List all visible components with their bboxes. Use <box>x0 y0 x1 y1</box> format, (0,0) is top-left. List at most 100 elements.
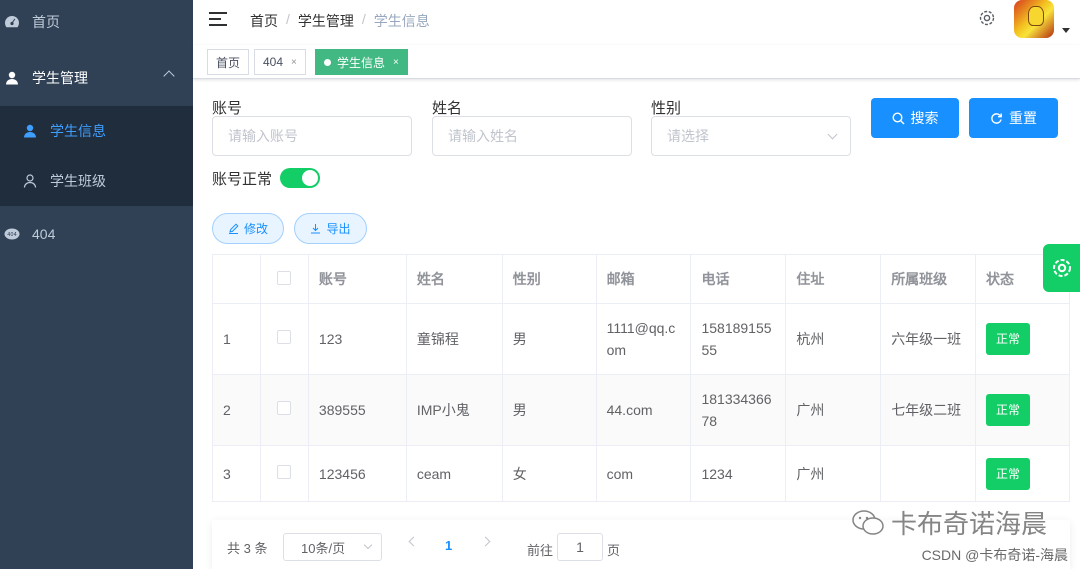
cell-phone: 15818915555 <box>690 303 787 375</box>
cell-email: 44.com <box>595 374 692 446</box>
cell-account: 389555 <box>307 374 407 446</box>
cell-class <box>880 445 977 502</box>
svg-text:404: 404 <box>7 232 17 238</box>
chevron-down-icon <box>363 540 373 550</box>
cell-gender: 女 <box>501 445 597 502</box>
cell-account: 123 <box>307 303 407 375</box>
watermark-text: 卡布奇诺海晨 <box>890 509 1047 539</box>
chevron-down-icon <box>827 129 838 140</box>
table-row[interactable]: 1 123 童锦程 男 1111@qq.com 15818915555 杭州 六… <box>212 303 1070 375</box>
prev-page-icon[interactable] <box>408 536 419 547</box>
name-input[interactable]: 请输入姓名 <box>432 116 632 156</box>
column-header[interactable]: 姓名 <box>405 254 503 304</box>
row-index: 3 <box>212 445 261 502</box>
cell-account: 123456 <box>307 445 407 502</box>
dashboard-icon <box>4 14 20 30</box>
cell-phone: 18133436678 <box>690 374 787 446</box>
cell-name: 童锦程 <box>405 303 503 375</box>
name-placeholder: 请输入姓名 <box>448 128 518 144</box>
edit-icon <box>228 223 239 234</box>
gender-select[interactable]: 请选择 <box>651 116 851 156</box>
goto-page-input[interactable]: 1 <box>557 533 603 561</box>
page-number-current[interactable]: 1 <box>445 538 452 553</box>
cell-status: 正常 <box>975 445 1070 502</box>
gear-icon[interactable] <box>978 9 996 27</box>
user-icon <box>4 70 20 86</box>
row-checkbox[interactable] <box>277 464 292 479</box>
breadcrumb-student-mgmt[interactable]: 学生管理 <box>298 11 354 31</box>
column-header[interactable]: 电话 <box>690 254 787 304</box>
cell-name: IMP小鬼 <box>405 374 503 446</box>
select-all-checkbox[interactable] <box>277 270 292 285</box>
export-button[interactable]: 导出 <box>294 213 367 244</box>
gender-placeholder: 请选择 <box>667 128 709 144</box>
sidebar-item-label: 404 <box>32 226 56 242</box>
cell-gender: 男 <box>501 303 597 375</box>
next-page-icon[interactable] <box>480 536 491 547</box>
hamburger-icon[interactable] <box>209 12 227 26</box>
search-icon <box>891 111 904 124</box>
page-size-select[interactable]: 10条/页 <box>283 533 382 561</box>
sidebar-group-student-mgmt[interactable]: 学生管理 <box>0 50 193 106</box>
wechat-icon <box>852 509 884 535</box>
sidebar-item-home[interactable]: 首页 <box>0 0 193 50</box>
tag-student-info[interactable]: 学生信息 × <box>315 49 408 75</box>
column-header[interactable]: 性别 <box>501 254 597 304</box>
row-select-cell <box>259 445 309 502</box>
cell-gender: 男 <box>501 374 597 446</box>
caret-down-icon[interactable] <box>1062 28 1070 33</box>
breadcrumb-separator: / <box>361 11 366 27</box>
tag-home[interactable]: 首页 <box>207 49 250 75</box>
select-all-header <box>259 254 309 304</box>
sidebar-item-student-info[interactable]: 学生信息 <box>0 106 193 156</box>
chevron-up-icon <box>163 70 175 82</box>
row-checkbox[interactable] <box>277 330 292 344</box>
settings-panel-button[interactable] <box>1043 244 1080 292</box>
reset-button[interactable]: 重置 <box>969 98 1058 138</box>
export-button-label: 导出 <box>326 222 351 236</box>
watermark-logo: 卡布奇诺海晨 <box>851 504 1047 541</box>
breadcrumb-home[interactable]: 首页 <box>250 11 278 31</box>
table-row[interactable]: 3 123456 ceam 女 com 1234 广州 正常 <box>212 445 1070 502</box>
column-header[interactable]: 所属班级 <box>880 254 977 304</box>
account-input[interactable]: 请输入账号 <box>212 116 412 156</box>
sidebar-item-404[interactable]: 404 404 <box>0 206 193 262</box>
column-header[interactable]: 账号 <box>307 254 407 304</box>
goto-suffix: 页 <box>607 543 621 558</box>
close-icon[interactable]: × <box>393 57 399 68</box>
tag-404[interactable]: 404 × <box>254 49 306 75</box>
watermark-csdn: CSDN @卡布奇诺-海晨 <box>921 547 1068 563</box>
active-dot-icon <box>324 58 331 66</box>
sidebar-item-student-class[interactable]: 学生班级 <box>0 156 193 206</box>
breadcrumb-separator: / <box>286 11 290 27</box>
404-icon: 404 <box>4 226 20 242</box>
cell-address: 广州 <box>785 374 882 446</box>
search-button[interactable]: 搜索 <box>871 98 959 138</box>
gear-icon <box>1052 259 1071 277</box>
account-label: 账号 <box>212 100 243 117</box>
cell-email: com <box>595 445 692 502</box>
column-header[interactable]: 住址 <box>785 254 882 304</box>
tags-view: 首页 404 × 学生信息 × <box>193 45 1080 79</box>
cell-name: ceam <box>405 445 503 502</box>
name-label: 姓名 <box>432 100 463 117</box>
close-icon[interactable]: × <box>291 57 297 68</box>
reset-button-label: 重置 <box>1009 110 1037 126</box>
edit-button-label: 修改 <box>243 222 268 236</box>
column-header[interactable]: 邮箱 <box>595 254 692 304</box>
sidebar-item-label: 学生班级 <box>50 173 106 189</box>
cell-address: 广州 <box>785 445 882 502</box>
status-badge: 正常 <box>986 457 1031 490</box>
status-switch[interactable] <box>280 168 320 188</box>
search-button-label: 搜索 <box>910 110 939 126</box>
download-icon <box>311 224 321 234</box>
edit-button[interactable]: 修改 <box>212 213 284 244</box>
student-table: 账号 姓名 性别 邮箱 电话 住址 所属班级 状态 1 123 童锦程 男 11… <box>212 254 1070 502</box>
table-row[interactable]: 2 389555 IMP小鬼 男 44.com 18133436678 广州 七… <box>212 374 1070 446</box>
pagination-total: 共 3 条 <box>227 541 268 556</box>
avatar[interactable] <box>1014 0 1054 38</box>
refresh-icon <box>991 112 1002 124</box>
user-icon <box>22 123 38 139</box>
row-index: 2 <box>212 374 261 446</box>
row-checkbox[interactable] <box>277 401 292 415</box>
